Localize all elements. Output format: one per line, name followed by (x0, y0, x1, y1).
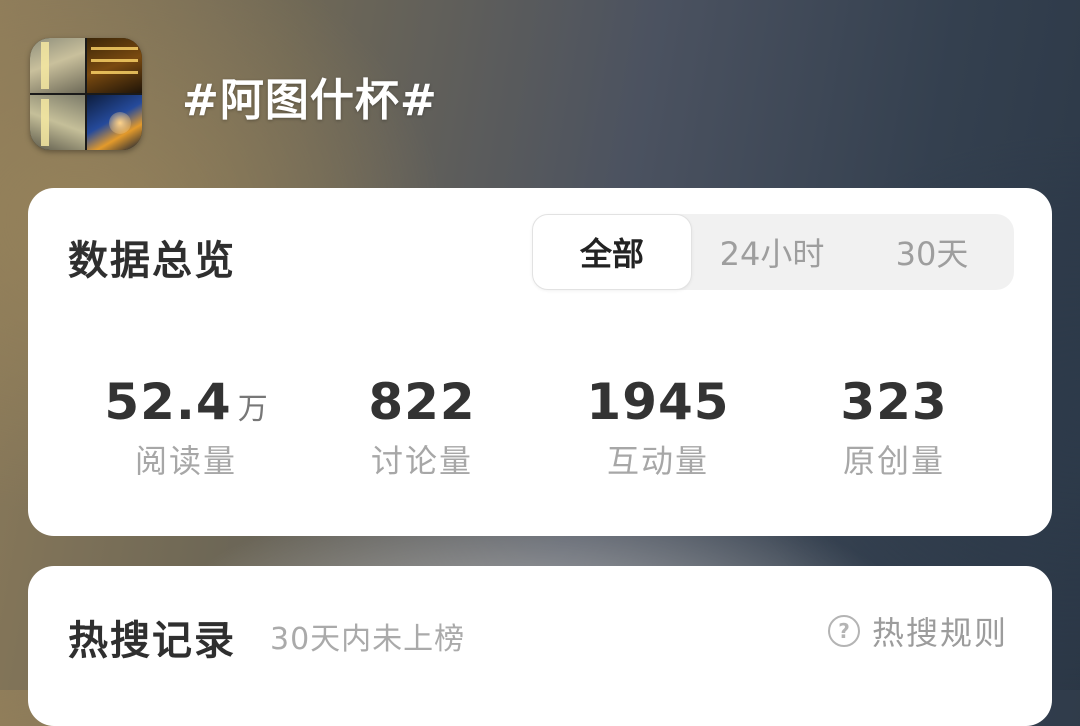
cover-tile (30, 95, 85, 150)
overview-title: 数据总览 (68, 238, 236, 284)
stat-reads-label: 阅读量 (134, 442, 237, 480)
stat-originals-value: 323 (840, 373, 948, 431)
tab-30-days[interactable]: 30天 (852, 214, 1012, 290)
stat-interactions-label: 互动量 (606, 442, 709, 480)
stat-originals-label: 原创量 (842, 442, 945, 480)
stat-discussions-value: 822 (368, 373, 476, 431)
stat-reads-value: 52.4 (104, 373, 232, 431)
tab-all[interactable]: 全部 (532, 214, 692, 290)
cover-tile (87, 95, 142, 150)
hot-search-rules-link[interactable]: ? 热搜规则 (828, 606, 1008, 656)
stats-row: 52.4 万 阅读量 822 讨论量 1945 互动量 323 原创量 (68, 374, 1012, 484)
stat-discussions: 822 讨论量 (304, 374, 540, 484)
stat-interactions: 1945 互动量 (540, 374, 776, 484)
stat-interactions-value: 1945 (586, 373, 730, 431)
hot-search-status: 30天内未上榜 (270, 622, 466, 657)
hot-search-card: 热搜记录 30天内未上榜 ? 热搜规则 (28, 566, 1052, 726)
topic-cover-image[interactable] (30, 38, 142, 150)
stat-reads: 52.4 万 阅读量 (68, 374, 304, 484)
cover-tile (30, 38, 85, 93)
stat-reads-unit: 万 (237, 392, 268, 427)
help-circle-icon: ? (828, 615, 860, 647)
hot-search-title: 热搜记录 (68, 618, 236, 664)
data-overview-card: 数据总览 全部 24小时 30天 52.4 万 阅读量 822 讨论量 1945 … (28, 188, 1052, 536)
hot-search-rules-label: 热搜规则 (872, 614, 1009, 652)
tab-24-hours[interactable]: 24小时 (692, 214, 852, 290)
topic-header: #阿图什杯# (30, 38, 1030, 153)
cover-tile (87, 38, 142, 93)
stat-discussions-label: 讨论量 (370, 442, 473, 480)
topic-title: #阿图什杯# (182, 75, 438, 126)
time-range-selector: 全部 24小时 30天 (532, 214, 1014, 290)
stat-originals: 323 原创量 (776, 374, 1012, 484)
